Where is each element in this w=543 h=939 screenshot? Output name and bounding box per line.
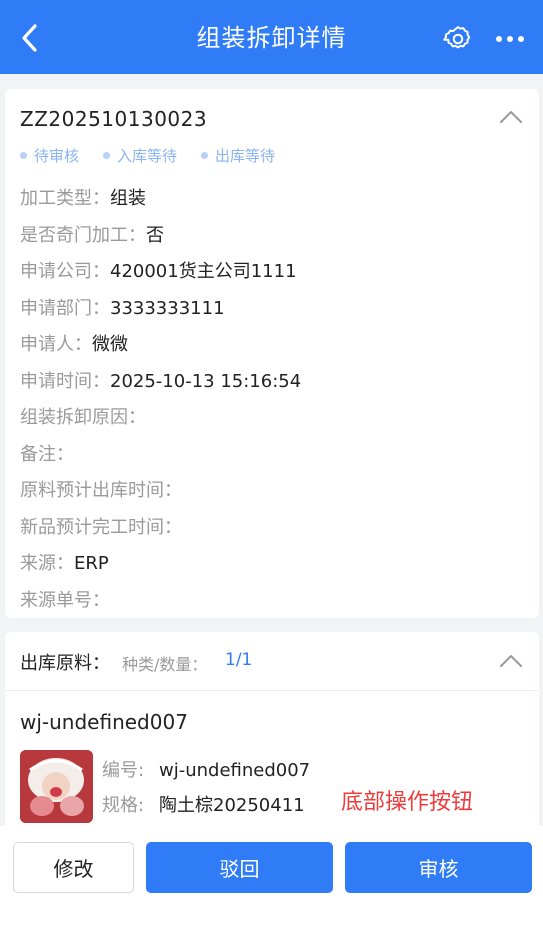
chevron-up-icon[interactable]	[499, 651, 523, 671]
status-steps: 待审核 入库等待 出库等待	[20, 145, 299, 166]
edit-button[interactable]: 修改	[13, 842, 134, 893]
materials-title: 出库原料：	[20, 653, 110, 674]
field-row: 来源：ERP	[20, 553, 109, 574]
more-button[interactable]	[492, 21, 528, 57]
field-row: 申请公司：420001货主公司1111	[20, 261, 297, 282]
product-image	[20, 750, 93, 823]
material-code-row: 编号: wj-undefined007	[102, 760, 311, 781]
more-dots-icon	[496, 36, 524, 42]
dot-icon	[201, 152, 209, 159]
kind-count-value: 1/1	[225, 650, 253, 670]
dot-icon	[20, 152, 27, 159]
field-row: 组装拆卸原因：	[20, 407, 146, 428]
app-header: 组装拆卸详情	[0, 0, 543, 74]
field-row: 申请时间：2025-10-13 15:16:54	[20, 370, 302, 392]
order-info-card: ZZ202510130023 待审核 入库等待 出库等待 加工类型：组装 是否奇…	[5, 89, 539, 618]
order-code: ZZ202510130023	[20, 107, 208, 131]
approve-button[interactable]: 审核	[345, 842, 532, 893]
field-list: 加工类型：组装 是否奇门加工：否 申请公司：420001货主公司1111 申请部…	[20, 181, 301, 619]
materials-card: 出库原料： 种类/数量： 1/1 wj-undefined007 编号: wj-u…	[5, 632, 539, 832]
kind-count-label: 种类/数量：	[122, 655, 208, 674]
field-row: 申请人：微微	[20, 334, 128, 355]
field-row: 原料预计出库时间：	[20, 480, 182, 501]
status-step: 入库等待	[103, 145, 177, 166]
materials-header[interactable]: 出库原料： 种类/数量： 1/1	[5, 632, 539, 691]
field-row: 申请部门：3333333111	[20, 297, 225, 319]
material-name: wj-undefined007	[20, 710, 188, 734]
material-info: 编号: wj-undefined007 规格: 陶土棕20250411	[102, 756, 310, 826]
status-step: 出库等待	[201, 145, 275, 166]
annotation-text: 底部操作按钮	[341, 790, 474, 815]
bottom-action-bar: 修改 驳回 审核	[0, 826, 543, 939]
material-thumbnail	[20, 750, 93, 823]
material-spec-row: 规格: 陶土棕20250411	[102, 795, 305, 816]
status-step: 待审核	[20, 145, 79, 166]
field-row: 加工类型：组装	[20, 188, 146, 209]
field-row: 备注：	[20, 443, 74, 465]
field-row: 来源单号：	[20, 589, 110, 611]
dot-icon	[103, 152, 111, 159]
settings-button[interactable]	[440, 21, 476, 57]
gear-icon	[443, 26, 471, 49]
chevron-up-icon[interactable]	[499, 107, 523, 127]
field-row: 新品预计完工时间：	[20, 516, 182, 538]
field-row: 是否奇门加工：否	[20, 224, 164, 246]
reject-button[interactable]: 驳回	[146, 842, 333, 893]
